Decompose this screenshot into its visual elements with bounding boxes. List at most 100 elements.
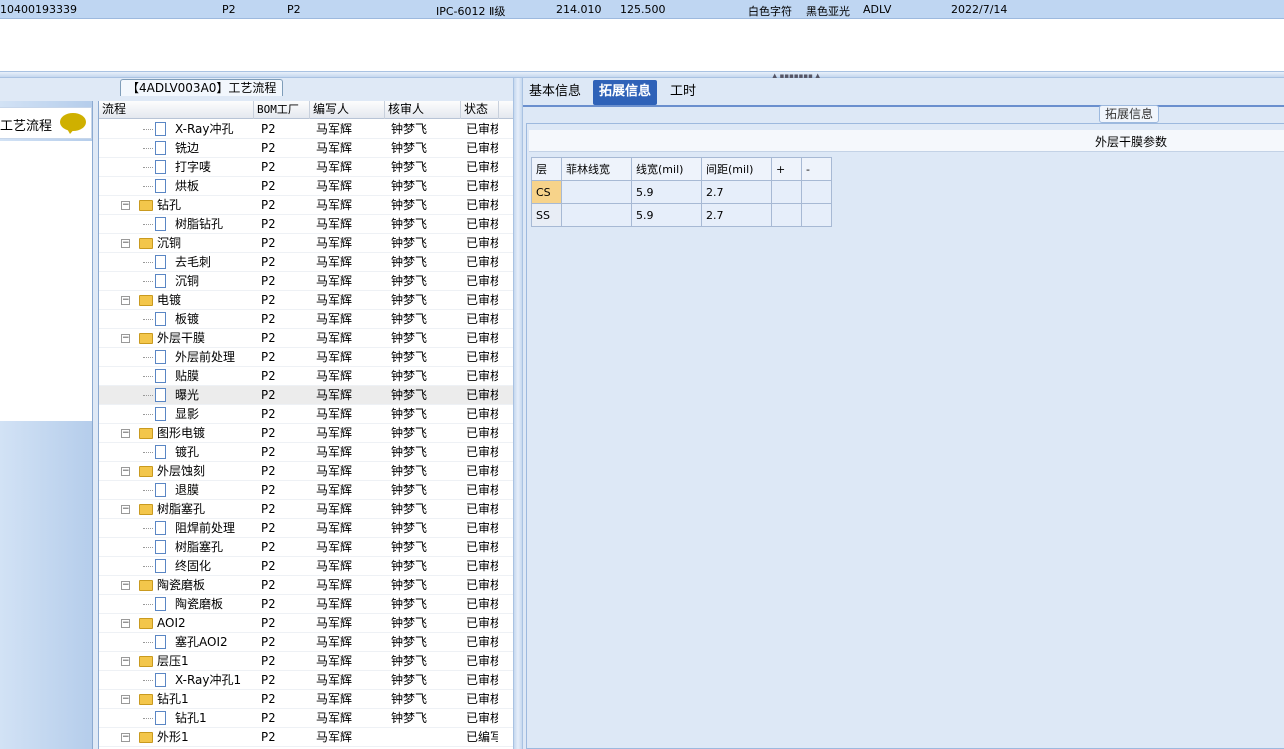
tree-node-label: 树脂钻孔 — [175, 217, 224, 231]
collapse-icon[interactable]: − — [121, 201, 130, 210]
tree-node-label: 树脂塞孔 — [175, 540, 224, 554]
tree-node-label: 沉铜 — [157, 236, 182, 250]
grid-cell-plus[interactable] — [771, 180, 802, 204]
collapse-icon[interactable]: − — [121, 429, 130, 438]
col-author[interactable]: 编写人 — [310, 101, 385, 119]
grid-cell-film-width[interactable] — [561, 180, 632, 204]
document-icon — [155, 179, 166, 193]
col-status[interactable]: 状态 — [461, 101, 499, 119]
horizontal-splitter[interactable]: ▲ ▪▪▪▪▪▪▪ ▲ — [0, 71, 1284, 80]
collapse-icon[interactable]: − — [121, 334, 130, 343]
tree-row[interactable]: 陶瓷磨板 P2 马军辉 钟梦飞 已审核 — [99, 595, 513, 614]
collapse-icon[interactable]: − — [121, 505, 130, 514]
tree-row[interactable]: 沉铜 P2 马军辉 钟梦飞 已审核 — [99, 272, 513, 291]
collapse-icon[interactable]: − — [121, 695, 130, 704]
tab-work-hours[interactable]: 工时 — [664, 80, 702, 105]
tree-row[interactable]: 曝光 P2 马军辉 钟梦飞 已审核 — [99, 386, 513, 405]
tree-row[interactable]: 显影 P2 马军辉 钟梦飞 已审核 — [99, 405, 513, 424]
grid-remove-column[interactable]: - — [801, 157, 832, 181]
tree-row[interactable]: 塞孔AOI2 P2 马军辉 钟梦飞 已审核 — [99, 633, 513, 652]
collapse-icon[interactable]: − — [121, 467, 130, 476]
collapse-icon[interactable]: − — [121, 733, 130, 742]
cell-bom: P2 — [261, 122, 276, 136]
tree-row[interactable]: − 钻孔 P2 马军辉 钟梦飞 已审核 — [99, 196, 513, 215]
collapse-icon[interactable]: − — [121, 619, 130, 628]
col-reviewer[interactable]: 核审人 — [385, 101, 461, 119]
process-flow-title: 【4ADLV003A0】工艺流程 — [120, 79, 284, 96]
cell-author: 马军辉 — [316, 255, 353, 269]
tree-row[interactable]: − 图形电镀 P2 马军辉 钟梦飞 已审核 — [99, 424, 513, 443]
grid-cell-layer[interactable]: CS — [531, 180, 562, 204]
grid-cell-spacing[interactable]: 2.7 — [701, 203, 772, 227]
tree-row[interactable]: 镀孔 P2 马军辉 钟梦飞 已审核 — [99, 443, 513, 462]
cell-bom: P2 — [261, 445, 276, 459]
tree-row[interactable]: 打字唛 P2 马军辉 钟梦飞 已审核 — [99, 158, 513, 177]
tree-row[interactable]: 阻焊前处理 P2 马军辉 钟梦飞 已审核 — [99, 519, 513, 538]
cell-status: 已审核 — [466, 464, 498, 478]
tree-row[interactable]: − 沉铜 P2 马军辉 钟梦飞 已审核 — [99, 234, 513, 253]
tree-row[interactable]: − 外层蚀刻 P2 马军辉 钟梦飞 已审核 — [99, 462, 513, 481]
tree-row[interactable]: 去毛刺 P2 马军辉 钟梦飞 已审核 — [99, 253, 513, 272]
folder-icon — [139, 656, 153, 667]
document-icon — [155, 597, 166, 611]
grid-cell-minus[interactable] — [801, 180, 832, 204]
cell-reviewer: 钟梦飞 — [391, 160, 428, 174]
grid-cell-layer[interactable]: SS — [531, 203, 562, 227]
tree-row[interactable]: X-Ray冲孔 P2 马军辉 钟梦飞 已审核 — [99, 120, 513, 139]
tree-row[interactable]: − 外形1 P2 马军辉 已编写 — [99, 728, 513, 747]
tree-node-label: 树脂塞孔 — [157, 502, 206, 516]
col-bom[interactable]: BOM工厂 — [254, 101, 310, 119]
tree-row[interactable]: − 陶瓷磨板 P2 马军辉 钟梦飞 已审核 — [99, 576, 513, 595]
cell-reviewer: 钟梦飞 — [391, 350, 428, 364]
grid-cell-line-width[interactable]: 5.9 — [631, 180, 702, 204]
tree-row[interactable]: X-Ray冲孔1 P2 马军辉 钟梦飞 已审核 — [99, 671, 513, 690]
grid-cell-plus[interactable] — [771, 203, 802, 227]
nav-item-process-flow[interactable]: 工艺流程 — [0, 107, 92, 139]
cell-bom: P2 — [261, 730, 276, 744]
tree-row[interactable]: − 电镀 P2 马军辉 钟梦飞 已审核 — [99, 291, 513, 310]
col-flow[interactable]: 流程 — [99, 101, 254, 119]
tree-row[interactable]: 铣边 P2 马军辉 钟梦飞 已审核 — [99, 139, 513, 158]
grid-col-spacing[interactable]: 间距(mil) — [701, 157, 772, 181]
tree-connector — [143, 376, 153, 377]
tree-row[interactable]: − 钻孔1 P2 马军辉 钟梦飞 已审核 — [99, 690, 513, 709]
grid-cell-line-width[interactable]: 5.9 — [631, 203, 702, 227]
tree-row[interactable]: − 层压1 P2 马军辉 钟梦飞 已审核 — [99, 652, 513, 671]
grid-col-line-width[interactable]: 线宽(mil) — [631, 157, 702, 181]
collapse-icon[interactable]: − — [121, 239, 130, 248]
tab-extended-info[interactable]: 拓展信息 — [593, 80, 658, 105]
grid-col-layer[interactable]: 层 — [531, 157, 562, 181]
tree-row[interactable]: 钻孔1 P2 马军辉 钟梦飞 已审核 — [99, 709, 513, 728]
collapse-icon[interactable]: − — [121, 581, 130, 590]
tree-row[interactable]: 贴膜 P2 马军辉 钟梦飞 已审核 — [99, 367, 513, 386]
tree-row[interactable]: 外层前处理 P2 马军辉 钟梦飞 已审核 — [99, 348, 513, 367]
tree-row[interactable]: 终固化 P2 马军辉 钟梦飞 已审核 — [99, 557, 513, 576]
cell-bom: P2 — [261, 426, 276, 440]
vertical-splitter[interactable] — [513, 78, 523, 749]
collapse-icon[interactable]: − — [121, 657, 130, 666]
document-icon — [155, 540, 166, 554]
grid-add-column[interactable]: + — [771, 157, 802, 181]
cell-bom: P2 — [261, 578, 276, 592]
tree-row[interactable]: 烘板 P2 马军辉 钟梦飞 已审核 — [99, 177, 513, 196]
tree-row[interactable]: − 树脂塞孔 P2 马军辉 钟梦飞 已审核 — [99, 500, 513, 519]
nav-empty-area — [0, 141, 92, 421]
grid-cell-minus[interactable] — [801, 203, 832, 227]
document-icon — [155, 388, 166, 402]
grid-cell-film-width[interactable] — [561, 203, 632, 227]
tab-basic-info[interactable]: 基本信息 — [523, 80, 587, 105]
collapse-icon[interactable]: − — [121, 296, 130, 305]
grid-row[interactable]: CS 5.9 2.7 — [531, 180, 832, 204]
tree-row[interactable]: 树脂塞孔 P2 马军辉 钟梦飞 已审核 — [99, 538, 513, 557]
tree-row[interactable]: − 外层干膜 P2 马军辉 钟梦飞 已审核 — [99, 329, 513, 348]
cell-status: 已审核 — [466, 160, 498, 174]
grid-row[interactable]: SS 5.9 2.7 — [531, 203, 832, 227]
record-length: 214.010 — [556, 3, 602, 16]
grid-col-film-width[interactable]: 菲林线宽 — [561, 157, 632, 181]
grid-cell-spacing[interactable]: 2.7 — [701, 180, 772, 204]
tree-row[interactable]: − AOI2 P2 马军辉 钟梦飞 已审核 — [99, 614, 513, 633]
record-summary-bar[interactable]: 10400193339 P2 P2 IPC-6012 Ⅱ级 214.010 12… — [0, 0, 1284, 19]
tree-row[interactable]: 板镀 P2 马军辉 钟梦飞 已审核 — [99, 310, 513, 329]
tree-row[interactable]: 树脂钻孔 P2 马军辉 钟梦飞 已审核 — [99, 215, 513, 234]
tree-row[interactable]: 退膜 P2 马军辉 钟梦飞 已审核 — [99, 481, 513, 500]
